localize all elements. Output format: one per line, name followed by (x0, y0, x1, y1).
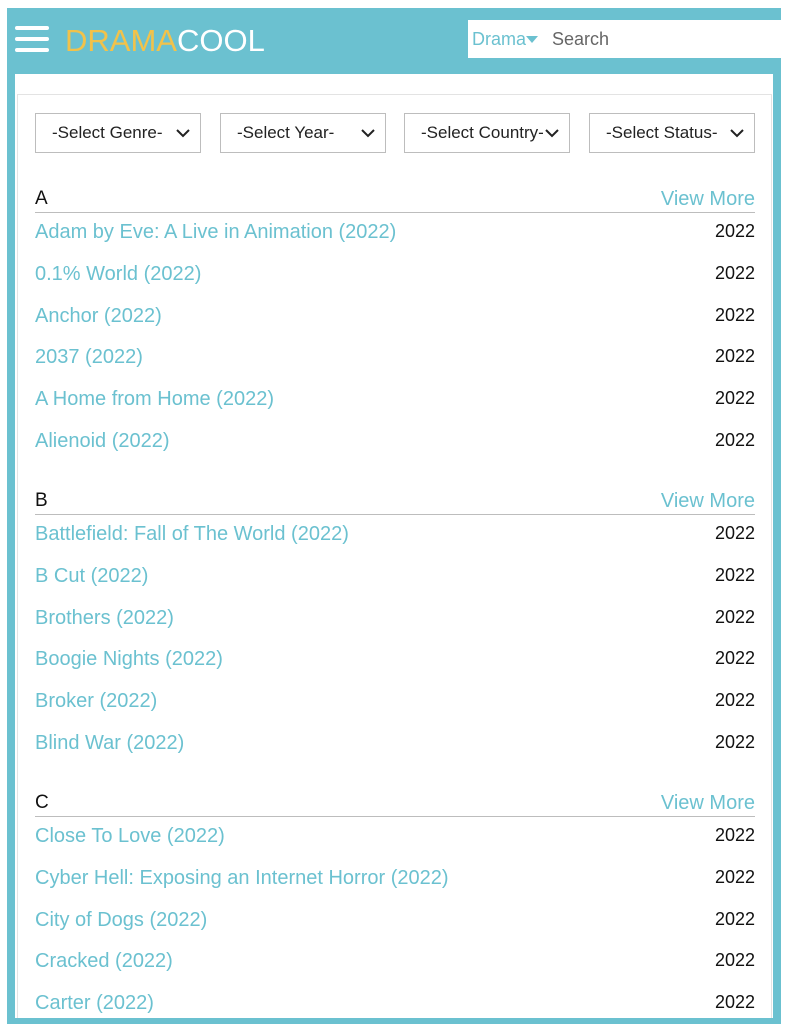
drama-year: 2022 (714, 606, 755, 627)
filter-bar: -Select Genre- -Select Year- -Select Cou… (35, 113, 755, 153)
view-more-link[interactable]: View More (661, 490, 755, 513)
drama-title-link[interactable]: Battlefield: Fall of The World (2022) (35, 523, 349, 546)
section-letter: A (35, 188, 48, 209)
list-item: Anchor (2022) 2022 (35, 297, 755, 339)
drama-year: 2022 (714, 825, 755, 845)
chevron-down-icon (545, 129, 559, 138)
drama-year: 2022 (714, 221, 755, 241)
drama-title-link[interactable]: 0.1% World (2022) (35, 263, 201, 286)
hamburger-icon[interactable] (15, 26, 49, 54)
list-item: Battlefield: Fall of The World (2022) 202… (35, 515, 755, 557)
drama-title-link[interactable]: Cyber Hell: Exposing an Internet Horror … (35, 867, 449, 890)
drama-title-link[interactable]: Close To Love (2022) (35, 825, 225, 848)
section-c: C View More Close To Love (2022) 2022 Cyb… (35, 790, 755, 1026)
chevron-down-icon (730, 129, 744, 138)
drama-year: 2022 (714, 564, 755, 585)
drama-title-link[interactable]: Broker (2022) (35, 690, 157, 713)
drama-list-panel: -Select Genre- -Select Year- -Select Cou… (17, 94, 772, 1024)
drama-year: 2022 (714, 866, 755, 887)
search-box: Drama (468, 20, 785, 58)
list-item: B Cut (2022) 2022 (35, 557, 755, 599)
list-item: Blind War (2022) 2022 (35, 724, 755, 766)
drama-title-link[interactable]: Cracked (2022) (35, 950, 173, 973)
view-more-link[interactable]: View More (661, 792, 755, 815)
drama-year: 2022 (714, 429, 755, 450)
year-select-label: -Select Year- (237, 123, 335, 142)
drama-year: 2022 (714, 690, 755, 711)
list-item: Alienoid (2022) 2022 (35, 422, 755, 464)
drama-year: 2022 (714, 346, 755, 367)
status-select[interactable]: -Select Status- (589, 113, 755, 153)
list-item: A Home from Home (2022) 2022 (35, 380, 755, 422)
list-item: Adam by Eve: A Live in Animation (2022) 2… (35, 213, 755, 255)
list-item: Cracked (2022) 2022 (35, 942, 755, 984)
genre-select[interactable]: -Select Genre- (35, 113, 201, 153)
search-type-label: Drama (472, 28, 527, 49)
frame-right (773, 74, 781, 1018)
drama-title-link[interactable]: Boogie Nights (2022) (35, 648, 223, 671)
drama-title-link[interactable]: Brothers (2022) (35, 607, 174, 630)
search-type-dropdown[interactable]: Drama (468, 20, 546, 58)
drama-title-link[interactable]: Alienoid (2022) (35, 430, 170, 453)
status-select-label: -Select Status- (606, 123, 718, 142)
chevron-down-icon (176, 129, 190, 138)
list-item: Boogie Nights (2022) 2022 (35, 640, 755, 682)
triangle-down-icon (526, 35, 539, 43)
chevron-down-icon (361, 129, 375, 138)
section-letter: B (35, 490, 48, 511)
list-item: City of Dogs (2022) 2022 (35, 901, 755, 943)
year-select[interactable]: -Select Year- (220, 113, 386, 153)
drama-year: 2022 (714, 262, 755, 283)
drama-year: 2022 (714, 388, 755, 409)
drama-year: 2022 (714, 304, 755, 325)
country-select-label: -Select Country- (421, 123, 543, 142)
genre-select-label: -Select Genre- (52, 123, 163, 142)
drama-title-link[interactable]: City of Dogs (2022) (35, 909, 207, 932)
drama-year: 2022 (714, 648, 755, 669)
list-item: Cyber Hell: Exposing an Internet Horror … (35, 859, 755, 901)
drama-year: 2022 (714, 992, 755, 1013)
drama-title-link[interactable]: Anchor (2022) (35, 305, 162, 328)
drama-title-link[interactable]: 2037 (2022) (35, 346, 143, 369)
drama-title-link[interactable]: Blind War (2022) (35, 732, 184, 755)
section-header: B View More (35, 488, 755, 515)
section-b: B View More Battlefield: Fall of The Wor… (35, 488, 755, 766)
drama-title-link[interactable]: Carter (2022) (35, 992, 154, 1015)
search-input[interactable] (546, 20, 785, 58)
frame-left (7, 74, 15, 1018)
section-a: A View More Adam by Eve: A Live in Anima… (35, 186, 755, 464)
list-item: 0.1% World (2022) 2022 (35, 255, 755, 297)
drama-year: 2022 (714, 731, 755, 752)
drama-year: 2022 (714, 950, 755, 971)
drama-title-link[interactable]: B Cut (2022) (35, 565, 148, 588)
section-header: A View More (35, 186, 755, 213)
list-item: Broker (2022) 2022 (35, 682, 755, 724)
list-item: Brothers (2022) 2022 (35, 599, 755, 641)
top-header: DRAMACOOL Drama (7, 8, 785, 74)
drama-year: 2022 (714, 908, 755, 929)
section-letter: C (35, 792, 49, 813)
drama-title-link[interactable]: Adam by Eve: A Live in Animation (2022) (35, 221, 396, 244)
bottom-bar (7, 1018, 781, 1024)
list-item: 2037 (2022) 2022 (35, 338, 755, 380)
section-header: C View More (35, 790, 755, 817)
drama-title-link[interactable]: A Home from Home (2022) (35, 388, 274, 411)
view-more-link[interactable]: View More (661, 188, 755, 211)
logo-text-drama: DRAMA (65, 23, 177, 58)
logo-text-cool: COOL (176, 23, 265, 58)
country-select[interactable]: -Select Country- (404, 113, 570, 153)
site-logo[interactable]: DRAMACOOL (65, 22, 265, 60)
drama-year: 2022 (714, 523, 755, 543)
list-item: Close To Love (2022) 2022 (35, 817, 755, 859)
